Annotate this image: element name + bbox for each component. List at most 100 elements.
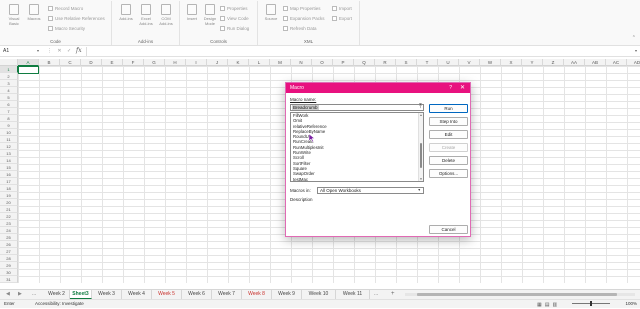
visual-basic-button[interactable]: Visual Basic: [6, 4, 22, 26]
column-header[interactable]: B: [39, 59, 60, 66]
more-sheets-left[interactable]: ...: [32, 290, 36, 299]
column-header[interactable]: P: [333, 59, 354, 66]
scroll-up-icon[interactable]: ▲: [419, 113, 423, 117]
row-header[interactable]: 31: [0, 276, 18, 283]
column-header[interactable]: F: [123, 59, 144, 66]
more-sheets-right[interactable]: ...: [374, 290, 378, 299]
delete-button[interactable]: Delete: [429, 156, 468, 165]
column-header[interactable]: J: [207, 59, 228, 66]
collapse-dialog-icon[interactable]: ⤒: [417, 104, 424, 111]
formula-input[interactable]: [86, 47, 636, 56]
horizontal-scroll-thumb[interactable]: [417, 293, 617, 296]
row-header[interactable]: 14: [0, 157, 18, 164]
accessibility-status[interactable]: Accessibility: Investigate: [35, 300, 84, 308]
column-header[interactable]: O: [312, 59, 333, 66]
column-header[interactable]: AD: [627, 59, 640, 66]
sheet-tab[interactable]: Week 5: [152, 290, 182, 299]
row-header[interactable]: 29: [0, 262, 18, 269]
column-header[interactable]: R: [375, 59, 396, 66]
column-header[interactable]: H: [165, 59, 186, 66]
scroll-down-icon[interactable]: ▼: [419, 177, 423, 181]
scroll-thumb[interactable]: [420, 143, 422, 168]
row-header[interactable]: 10: [0, 129, 18, 136]
sheet-tab[interactable]: Week 10: [302, 290, 336, 299]
column-header[interactable]: L: [249, 59, 270, 66]
sheet-tab[interactable]: Week 3: [92, 290, 122, 299]
row-header[interactable]: 5: [0, 94, 18, 101]
column-header[interactable]: AB: [585, 59, 606, 66]
column-header[interactable]: X: [501, 59, 522, 66]
row-header[interactable]: 20: [0, 199, 18, 206]
column-header[interactable]: Y: [522, 59, 543, 66]
horizontal-scrollbar[interactable]: [405, 293, 635, 296]
run-button[interactable]: Run: [429, 104, 468, 113]
select-all-corner[interactable]: [0, 59, 18, 66]
sheet-tab[interactable]: Week 8: [242, 290, 272, 299]
design-mode-button[interactable]: Design Mode: [202, 4, 218, 26]
row-header[interactable]: 6: [0, 101, 18, 108]
sheet-tab[interactable]: Week 11: [336, 290, 370, 299]
options-button[interactable]: Options...: [429, 169, 468, 178]
column-header[interactable]: D: [81, 59, 102, 66]
column-header[interactable]: AC: [606, 59, 627, 66]
name-box-dropdown-icon[interactable]: ▾: [37, 48, 39, 53]
row-header[interactable]: 22: [0, 213, 18, 220]
row-header[interactable]: 11: [0, 136, 18, 143]
row-header[interactable]: 1: [0, 66, 18, 73]
column-header[interactable]: I: [186, 59, 207, 66]
column-header[interactable]: Q: [354, 59, 375, 66]
column-header[interactable]: S: [396, 59, 417, 66]
row-header[interactable]: 26: [0, 241, 18, 248]
column-header[interactable]: C: [60, 59, 81, 66]
column-header[interactable]: AA: [564, 59, 585, 66]
insert-function-button[interactable]: fx: [76, 47, 82, 54]
column-header[interactable]: U: [438, 59, 459, 66]
source-button[interactable]: Source: [263, 4, 279, 21]
add-sheet-button[interactable]: +: [391, 290, 395, 299]
row-header[interactable]: 18: [0, 185, 18, 192]
macro-security-button[interactable]: Macro Security: [48, 25, 85, 32]
zoom-level[interactable]: 100%: [625, 300, 637, 308]
row-header[interactable]: 13: [0, 150, 18, 157]
expand-formula-bar-icon[interactable]: ▾: [635, 48, 637, 53]
macro-list[interactable]: FillWork Omit relativeReference ReplaceByNa…: [290, 112, 424, 182]
row-header[interactable]: 15: [0, 164, 18, 171]
column-header[interactable]: W: [480, 59, 501, 66]
create-button[interactable]: Create: [429, 143, 468, 152]
column-header[interactable]: Z: [543, 59, 564, 66]
name-box[interactable]: A1: [3, 48, 39, 55]
row-header[interactable]: 4: [0, 87, 18, 94]
sheet-tab[interactable]: Week 4: [122, 290, 152, 299]
active-cell[interactable]: [18, 66, 39, 74]
row-header[interactable]: 25: [0, 234, 18, 241]
excel-add-ins-button[interactable]: Excel Add-ins: [138, 4, 154, 26]
map-properties-button[interactable]: Map Properties: [283, 5, 321, 12]
view-code-button[interactable]: View Code: [220, 15, 249, 22]
macros-button[interactable]: Macros: [26, 4, 42, 21]
row-header[interactable]: 21: [0, 206, 18, 213]
use-relative-references-button[interactable]: Use Relative References: [48, 15, 105, 22]
row-header[interactable]: 27: [0, 248, 18, 255]
help-button[interactable]: ?: [449, 84, 452, 92]
refresh-data-button[interactable]: Refresh Data: [283, 25, 317, 32]
record-macro-button[interactable]: Record Macro: [48, 5, 83, 12]
import-button[interactable]: Import: [332, 5, 352, 12]
sheet-tab[interactable]: Sheet3: [70, 290, 92, 299]
run-dialog-button[interactable]: Run Dialog: [220, 25, 249, 32]
macro-name-input[interactable]: Breadcrumb: [290, 104, 424, 111]
sheet-tab[interactable]: Week 7: [212, 290, 242, 299]
next-sheet-icon[interactable]: ▶: [18, 291, 22, 298]
row-header[interactable]: 19: [0, 192, 18, 199]
column-header[interactable]: G: [144, 59, 165, 66]
column-header[interactable]: N: [291, 59, 312, 66]
collapse-ribbon-icon[interactable]: ⌃: [632, 35, 636, 41]
expansion-packs-button[interactable]: Expansion Packs: [283, 15, 325, 22]
row-header[interactable]: 23: [0, 220, 18, 227]
column-header[interactable]: M: [270, 59, 291, 66]
export-button[interactable]: Export: [332, 15, 352, 22]
cancel-button[interactable]: Cancel: [429, 225, 468, 234]
macro-list-scrollbar[interactable]: ▲ ▼: [418, 113, 423, 181]
column-header[interactable]: T: [417, 59, 438, 66]
sheet-tab[interactable]: Week 6: [182, 290, 212, 299]
previous-sheet-icon[interactable]: ◀: [6, 291, 10, 298]
